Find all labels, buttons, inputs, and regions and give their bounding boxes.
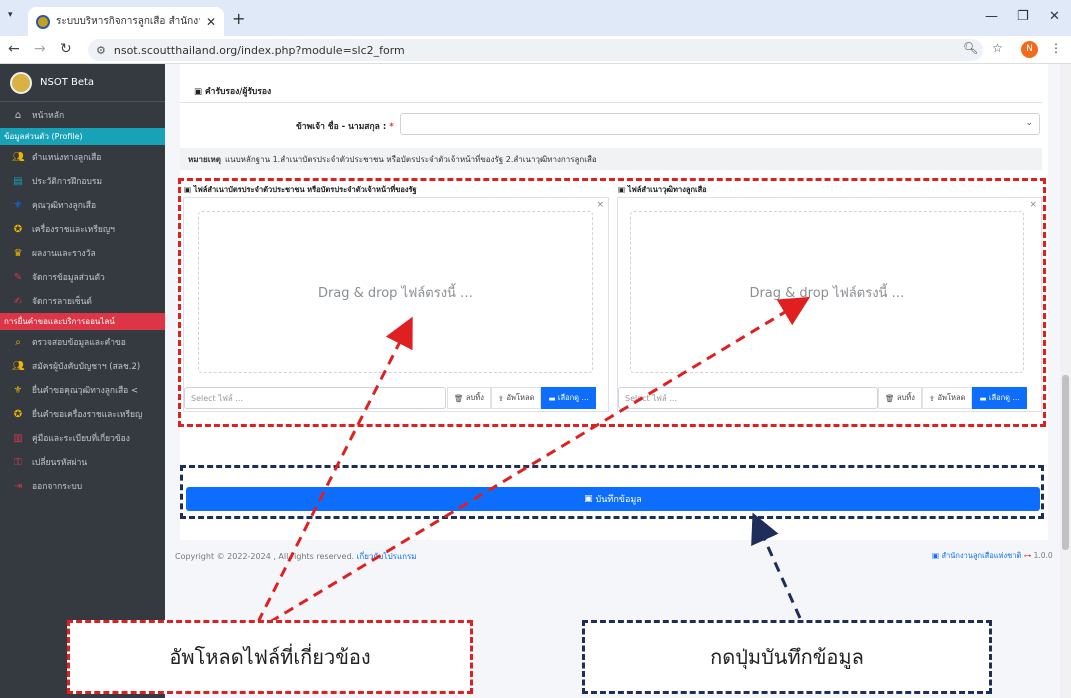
sidebar-item-label: ยื่นคำขอเครื่องราชและเหรียญ	[32, 410, 143, 420]
brand[interactable]: NSOT Beta	[0, 64, 165, 102]
required-mark: *	[389, 122, 394, 132]
save-highlight-box	[180, 465, 1044, 519]
sidebar-item-s-4[interactable]: ▥ คู่มือและระเบียบที่เกี่ยวข้อง	[0, 426, 165, 450]
sidebar-item-p-1[interactable]: ▤ ประวัติการฝึกอบรม	[0, 169, 165, 193]
footer: Copyright © 2022-2024 , All rights reser…	[175, 552, 417, 561]
sidebar-section-services: การยื่นคำขอและบริการออนไลน์	[0, 313, 165, 330]
sidebar-item-p-6[interactable]: ✍ จัดการลายเซ็นต์	[0, 289, 165, 313]
footer-org[interactable]: ▣ สำนักงานลูกเสือแห่งชาติ ⊶ 1.0.0	[932, 550, 1053, 562]
sidebar-item-label: ยื่นคำขอคุณวุฒิทางลูกเสือ <	[32, 386, 139, 396]
note-label: หมายเหตุ	[188, 154, 221, 164]
bookmark-star-icon[interactable]: ☆	[992, 41, 1003, 55]
medal-icon: ✪	[13, 223, 23, 235]
sidebar-item-label: ผลงานและรางวัล	[32, 249, 96, 259]
reload-icon[interactable]: ↻	[60, 41, 72, 57]
save-callout: กดปุ่มบันทึกข้อมูล	[582, 620, 992, 694]
chevron-down-icon: ⌄	[1025, 118, 1033, 128]
sidebar-item-label: คุณวุฒิทางลูกเสือ	[32, 201, 97, 211]
sidebar-item-label: ออกจากระบบ	[32, 482, 83, 492]
sidebar-item-label: หน้าหลัก	[32, 111, 65, 121]
sidebar-item-p-3[interactable]: ✪ เครื่องราชและเหรียญฯ	[0, 217, 165, 241]
tab-title: ระบบบริหารกิจการลูกเสือ สำนักงานลูก	[56, 16, 200, 27]
sidebar-item-s-6[interactable]: ⇥ ออกจากระบบ	[0, 474, 165, 498]
sidebar-item-label: ตำแหน่งทางลูกเสือ	[32, 153, 102, 163]
id-card-icon: ▤	[13, 175, 23, 187]
sidebar-item-s-0[interactable]: ⌕ ตรวจสอบข้อมูลและคำขอ	[0, 330, 165, 354]
sidebar-item-label: เปลี่ยนรหัสผ่าน	[32, 458, 88, 468]
sidebar-item-s-1[interactable]: 👥︎ สมัครผู้บังคับบัญชาฯ (สลช.2)	[0, 354, 165, 378]
users-icon: 👥︎	[12, 151, 25, 163]
address-bar[interactable]: ⚙ nsot.scoutthailand.org/index.php?modul…	[88, 39, 983, 61]
trophy-icon: ♛	[13, 247, 23, 259]
note-bar: หมายเหตุ แนบหลักฐาน 1.สำเนาบัตรประจำตัวป…	[180, 148, 1042, 170]
user-edit-icon: ✎	[13, 271, 23, 283]
minimize-icon[interactable]: —	[985, 9, 998, 24]
site-info-icon[interactable]: ⚙	[96, 44, 106, 57]
sidebar: NSOT Beta ⌂ หน้าหลัก ข้อมูลส่วนตัว (Prof…	[0, 64, 165, 698]
scrollbar-thumb[interactable]	[1062, 375, 1069, 550]
sidebar-item-label: สมัครผู้บังคับบัญชาฯ (สลช.2)	[32, 362, 141, 372]
scout-logo-icon	[10, 71, 32, 94]
home-icon: ⌂	[14, 109, 22, 121]
sidebar-item-label: เครื่องราชและเหรียญฯ	[32, 225, 115, 235]
book-icon: ▥	[13, 432, 23, 444]
browser-tab-strip: ▾ ระบบบริหารกิจการลูกเสือ สำนักงานลูก ✕ …	[0, 0, 1071, 36]
brand-name: NSOT Beta	[40, 77, 95, 88]
profile-avatar[interactable]: N	[1021, 41, 1038, 58]
scout-badge-icon: ⚜	[13, 384, 23, 396]
browser-toolbar: ← → ↻ ⚙ nsot.scoutthailand.org/index.php…	[0, 36, 1071, 64]
url-text: nsot.scoutthailand.org/index.php?module=…	[113, 43, 405, 57]
sidebar-item-label: ประวัติการฝึกอบรม	[32, 177, 103, 187]
forward-icon[interactable]: →	[34, 41, 46, 57]
sidebar-item-s-3[interactable]: ✪ ยื่นคำขอเครื่องราชและเหรียญ	[0, 402, 165, 426]
name-select[interactable]: ⌄	[400, 113, 1040, 135]
upload-highlight-box	[178, 178, 1046, 427]
section-title: ▣ คำรับรอง/ผู้รับรอง	[194, 87, 272, 97]
sidebar-item-s-5[interactable]: ⚿ เปลี่ยนรหัสผ่าน	[0, 450, 165, 474]
name-label: ข้าพเจ้า ชื่อ - นามสกุล : *	[296, 122, 394, 132]
sidebar-item-label: ตรวจสอบข้อมูลและคำขอ	[32, 338, 126, 348]
about-link[interactable]: เกี่ยวกับโปรแกรม	[357, 552, 417, 561]
sidebar-item-p-2[interactable]: ⚜ คุณวุฒิทางลูกเสือ	[0, 193, 165, 217]
new-tab-icon[interactable]: +	[232, 9, 245, 28]
restore-icon[interactable]: ❐	[1017, 9, 1029, 24]
sidebar-item-s-2[interactable]: ⚜ ยื่นคำขอคุณวุฒิทางลูกเสือ <	[0, 378, 165, 402]
sidebar-section-profile: ข้อมูลส่วนตัว (Profile)	[0, 128, 165, 145]
signature-icon: ✍	[13, 295, 23, 307]
divider	[180, 102, 1042, 103]
sidebar-item-label: คู่มือและระเบียบที่เกี่ยวข้อง	[32, 434, 130, 444]
sidebar-item-p-5[interactable]: ✎ จัดการข้อมูลส่วนตัว	[0, 265, 165, 289]
users-icon: 👥︎	[12, 360, 25, 372]
menu-icon[interactable]: ⋮	[1050, 41, 1062, 55]
tab-search-icon[interactable]: ▾	[8, 10, 13, 20]
sidebar-item-p-4[interactable]: ♛ ผลงานและรางวัล	[0, 241, 165, 265]
note-text: แนบหลักฐาน 1.สำเนาบัตรประจำตัวประชาชน หร…	[224, 154, 597, 164]
scout-badge-icon: ⚜	[13, 199, 23, 211]
sidebar-item-p-0[interactable]: 👥︎ ตำแหน่งทางลูกเสือ	[0, 145, 165, 169]
site-favicon-icon	[36, 14, 50, 29]
upload-callout: อัพโหลดไฟล์ที่เกี่ยวข้อง	[67, 620, 473, 694]
search-icon: ⌕	[15, 336, 21, 348]
close-window-icon[interactable]: ✕	[1049, 9, 1060, 24]
logout-icon: ⇥	[13, 480, 23, 492]
medal-icon: ✪	[13, 408, 23, 420]
back-icon[interactable]: ←	[8, 41, 20, 57]
sidebar-item-label: จัดการข้อมูลส่วนตัว	[32, 273, 105, 283]
browser-tab[interactable]: ระบบบริหารกิจการลูกเสือ สำนักงานลูก ✕	[28, 7, 224, 36]
sidebar-item-home[interactable]: ⌂ หน้าหลัก	[0, 102, 165, 128]
close-tab-icon[interactable]: ✕	[206, 15, 216, 29]
key-icon: ⚿	[14, 456, 22, 468]
zoom-icon[interactable]: 🔍︎	[963, 41, 978, 55]
sidebar-item-label: จัดการลายเซ็นต์	[32, 297, 92, 307]
